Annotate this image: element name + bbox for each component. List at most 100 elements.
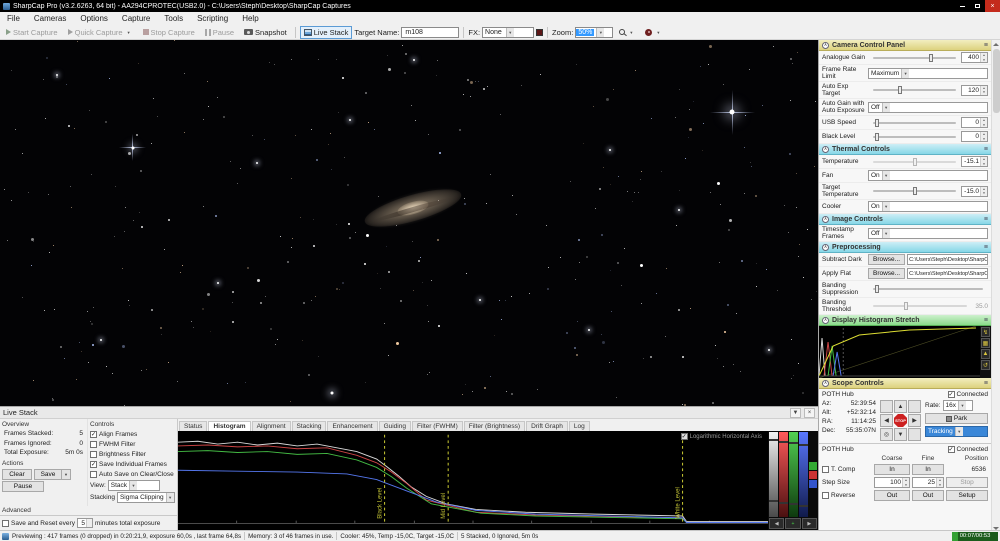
- tab-guiding[interactable]: Guiding: [378, 421, 411, 431]
- brightness-filter-checkbox[interactable]: [90, 451, 97, 458]
- reticle-button[interactable]: ▼: [641, 25, 666, 40]
- apply-flat-path[interactable]: C:\Users\Steph\Desktop\SharpC: [907, 268, 988, 279]
- slew-right-button[interactable]: ▶: [908, 414, 921, 427]
- log-axis-checkbox[interactable]: [680, 433, 688, 440]
- camera-panel-header[interactable]: ∧ Camera Control Panel ≡: [819, 40, 991, 51]
- live-stack-button[interactable]: Live Stack: [299, 25, 353, 39]
- focus-in-fine-button[interactable]: In: [912, 464, 944, 475]
- black-level-input[interactable]: 0: [961, 131, 988, 142]
- save-reset-checkbox[interactable]: [2, 519, 9, 527]
- frame-rate-limit-select[interactable]: Maximum: [868, 67, 988, 79]
- panel-menu-icon[interactable]: ≡: [984, 42, 988, 49]
- target-name-input[interactable]: m108: [401, 26, 460, 38]
- save-dropdown-arrow[interactable]: ▼: [62, 468, 71, 480]
- menu-cameras[interactable]: Cameras: [27, 12, 73, 25]
- luminance-stretch-slider[interactable]: [769, 432, 778, 517]
- tab-histogram[interactable]: Histogram: [208, 421, 251, 431]
- black-level-slider[interactable]: [873, 132, 956, 141]
- auto-gain-select[interactable]: Off: [868, 101, 988, 113]
- auto-stretch-button[interactable]: ↯: [981, 327, 990, 337]
- scope-controls-header[interactable]: ∧ Scope Controls ≡: [819, 378, 991, 389]
- rate-select[interactable]: 16x: [942, 400, 973, 411]
- focuser-setup-button[interactable]: Setup: [946, 490, 988, 501]
- tab-status[interactable]: Status: [179, 421, 208, 431]
- pause-stack-button[interactable]: Pause: [2, 480, 44, 492]
- tab-log[interactable]: Log: [568, 421, 590, 431]
- t-comp-checkbox[interactable]: [822, 466, 829, 473]
- auto-exp-target-slider[interactable]: [873, 86, 956, 94]
- panel-scrollbar[interactable]: [991, 40, 1000, 530]
- stacking-select[interactable]: Sigma Clipping: [116, 492, 175, 503]
- tab-enhancement[interactable]: Enhancement: [327, 421, 378, 431]
- tab-filter-brightness[interactable]: Filter (Brightness): [463, 421, 526, 431]
- thermal-panel-header[interactable]: ∧ Thermal Controls ≡: [819, 144, 991, 155]
- quick-capture-button[interactable]: Quick Capture ▼: [64, 25, 137, 40]
- display-histogram-stretch[interactable]: ↯ ▦ ▲ ↺: [819, 326, 991, 378]
- subtract-dark-browse-button[interactable]: Browse...: [868, 254, 906, 265]
- panel-close-button[interactable]: ×: [804, 407, 815, 418]
- slew-target-button[interactable]: ◎: [880, 428, 893, 441]
- focus-out-coarse-button[interactable]: Out: [874, 490, 910, 501]
- fan-select[interactable]: On: [868, 170, 988, 181]
- fx-swatch-icon[interactable]: [536, 28, 544, 36]
- maximize-button[interactable]: [970, 0, 985, 12]
- view-select[interactable]: Stack: [107, 480, 160, 491]
- align-frames-checkbox[interactable]: [90, 431, 97, 438]
- banding-suppression-slider[interactable]: [873, 285, 983, 293]
- scrollbar-thumb[interactable]: [992, 49, 1000, 113]
- focus-in-coarse-button[interactable]: In: [874, 464, 910, 475]
- slew-se-button[interactable]: [908, 428, 921, 441]
- collapse-icon[interactable]: ∧: [822, 41, 829, 49]
- usb-speed-input[interactable]: 0: [961, 117, 988, 128]
- slew-ne-button[interactable]: [908, 400, 921, 413]
- stretch-prev-button[interactable]: ◀: [769, 518, 785, 529]
- cooler-select[interactable]: On: [868, 201, 988, 212]
- start-capture-button[interactable]: Start Capture: [2, 26, 62, 39]
- reset-stretch-button[interactable]: ↺: [981, 360, 990, 370]
- scrollbar-down-arrow[interactable]: [992, 522, 1000, 530]
- menu-help[interactable]: Help: [235, 12, 265, 25]
- coarse-step-input[interactable]: 100: [874, 477, 910, 488]
- clear-button[interactable]: Clear: [2, 468, 32, 480]
- fwhm-filter-checkbox[interactable]: [90, 441, 97, 448]
- pause-button[interactable]: Pause: [201, 26, 238, 39]
- analogue-gain-input[interactable]: 400: [961, 52, 988, 63]
- target-temperature-slider[interactable]: [873, 187, 956, 195]
- stretch-levels-button[interactable]: ▦: [981, 338, 990, 348]
- subtract-dark-path[interactable]: C:\Users\Steph\Desktop\SharpC: [907, 254, 988, 265]
- focus-out-fine-button[interactable]: Out: [912, 490, 944, 501]
- slew-up-button[interactable]: ▲: [894, 400, 907, 413]
- auto-save-checkbox[interactable]: [90, 471, 97, 478]
- save-button[interactable]: Save: [34, 468, 62, 480]
- save-reset-minutes-input[interactable]: 5: [76, 518, 93, 528]
- snapshot-button[interactable]: Snapshot: [240, 26, 291, 39]
- quick-capture-dropdown-arrow[interactable]: ▼: [125, 27, 133, 38]
- panel-pin-button[interactable]: ▼: [790, 407, 801, 418]
- red-stretch-slider[interactable]: [779, 432, 788, 517]
- fine-step-input[interactable]: 25: [912, 477, 944, 488]
- slew-nw-button[interactable]: [880, 400, 893, 413]
- blue-stretch-slider[interactable]: [799, 432, 808, 517]
- slew-stop-button[interactable]: STOP: [894, 414, 907, 427]
- scrollbar-up-arrow[interactable]: [992, 40, 1000, 48]
- tab-stacking[interactable]: Stacking: [291, 421, 327, 431]
- slew-left-button[interactable]: ◀: [880, 414, 893, 427]
- save-individual-frames-checkbox[interactable]: [90, 461, 97, 468]
- stretch-up-button[interactable]: ▲: [981, 349, 990, 359]
- menu-tools[interactable]: Tools: [157, 12, 190, 25]
- image-controls-header[interactable]: ∧ Image Controls ≡: [819, 214, 991, 225]
- green-stretch-slider[interactable]: [789, 432, 798, 517]
- analogue-gain-slider[interactable]: [873, 53, 956, 62]
- magnifier-button[interactable]: ▼: [615, 25, 639, 40]
- histogram-stretch-header[interactable]: ∧ Display Histogram Stretch ≡: [819, 315, 991, 326]
- banding-threshold-slider[interactable]: [873, 302, 968, 310]
- timestamp-frames-select[interactable]: Off: [868, 227, 988, 239]
- image-viewport[interactable]: [0, 40, 818, 406]
- reverse-checkbox[interactable]: [822, 492, 829, 499]
- auto-exp-target-input[interactable]: 120: [961, 84, 988, 96]
- tab-filter-fwhm[interactable]: Filter (FWHM): [411, 421, 463, 431]
- close-button[interactable]: ×: [985, 0, 1000, 12]
- tab-drift-graph[interactable]: Drift Graph: [526, 421, 568, 431]
- stop-capture-button[interactable]: Stop Capture: [139, 26, 199, 39]
- target-temperature-input[interactable]: -15.0: [961, 185, 988, 197]
